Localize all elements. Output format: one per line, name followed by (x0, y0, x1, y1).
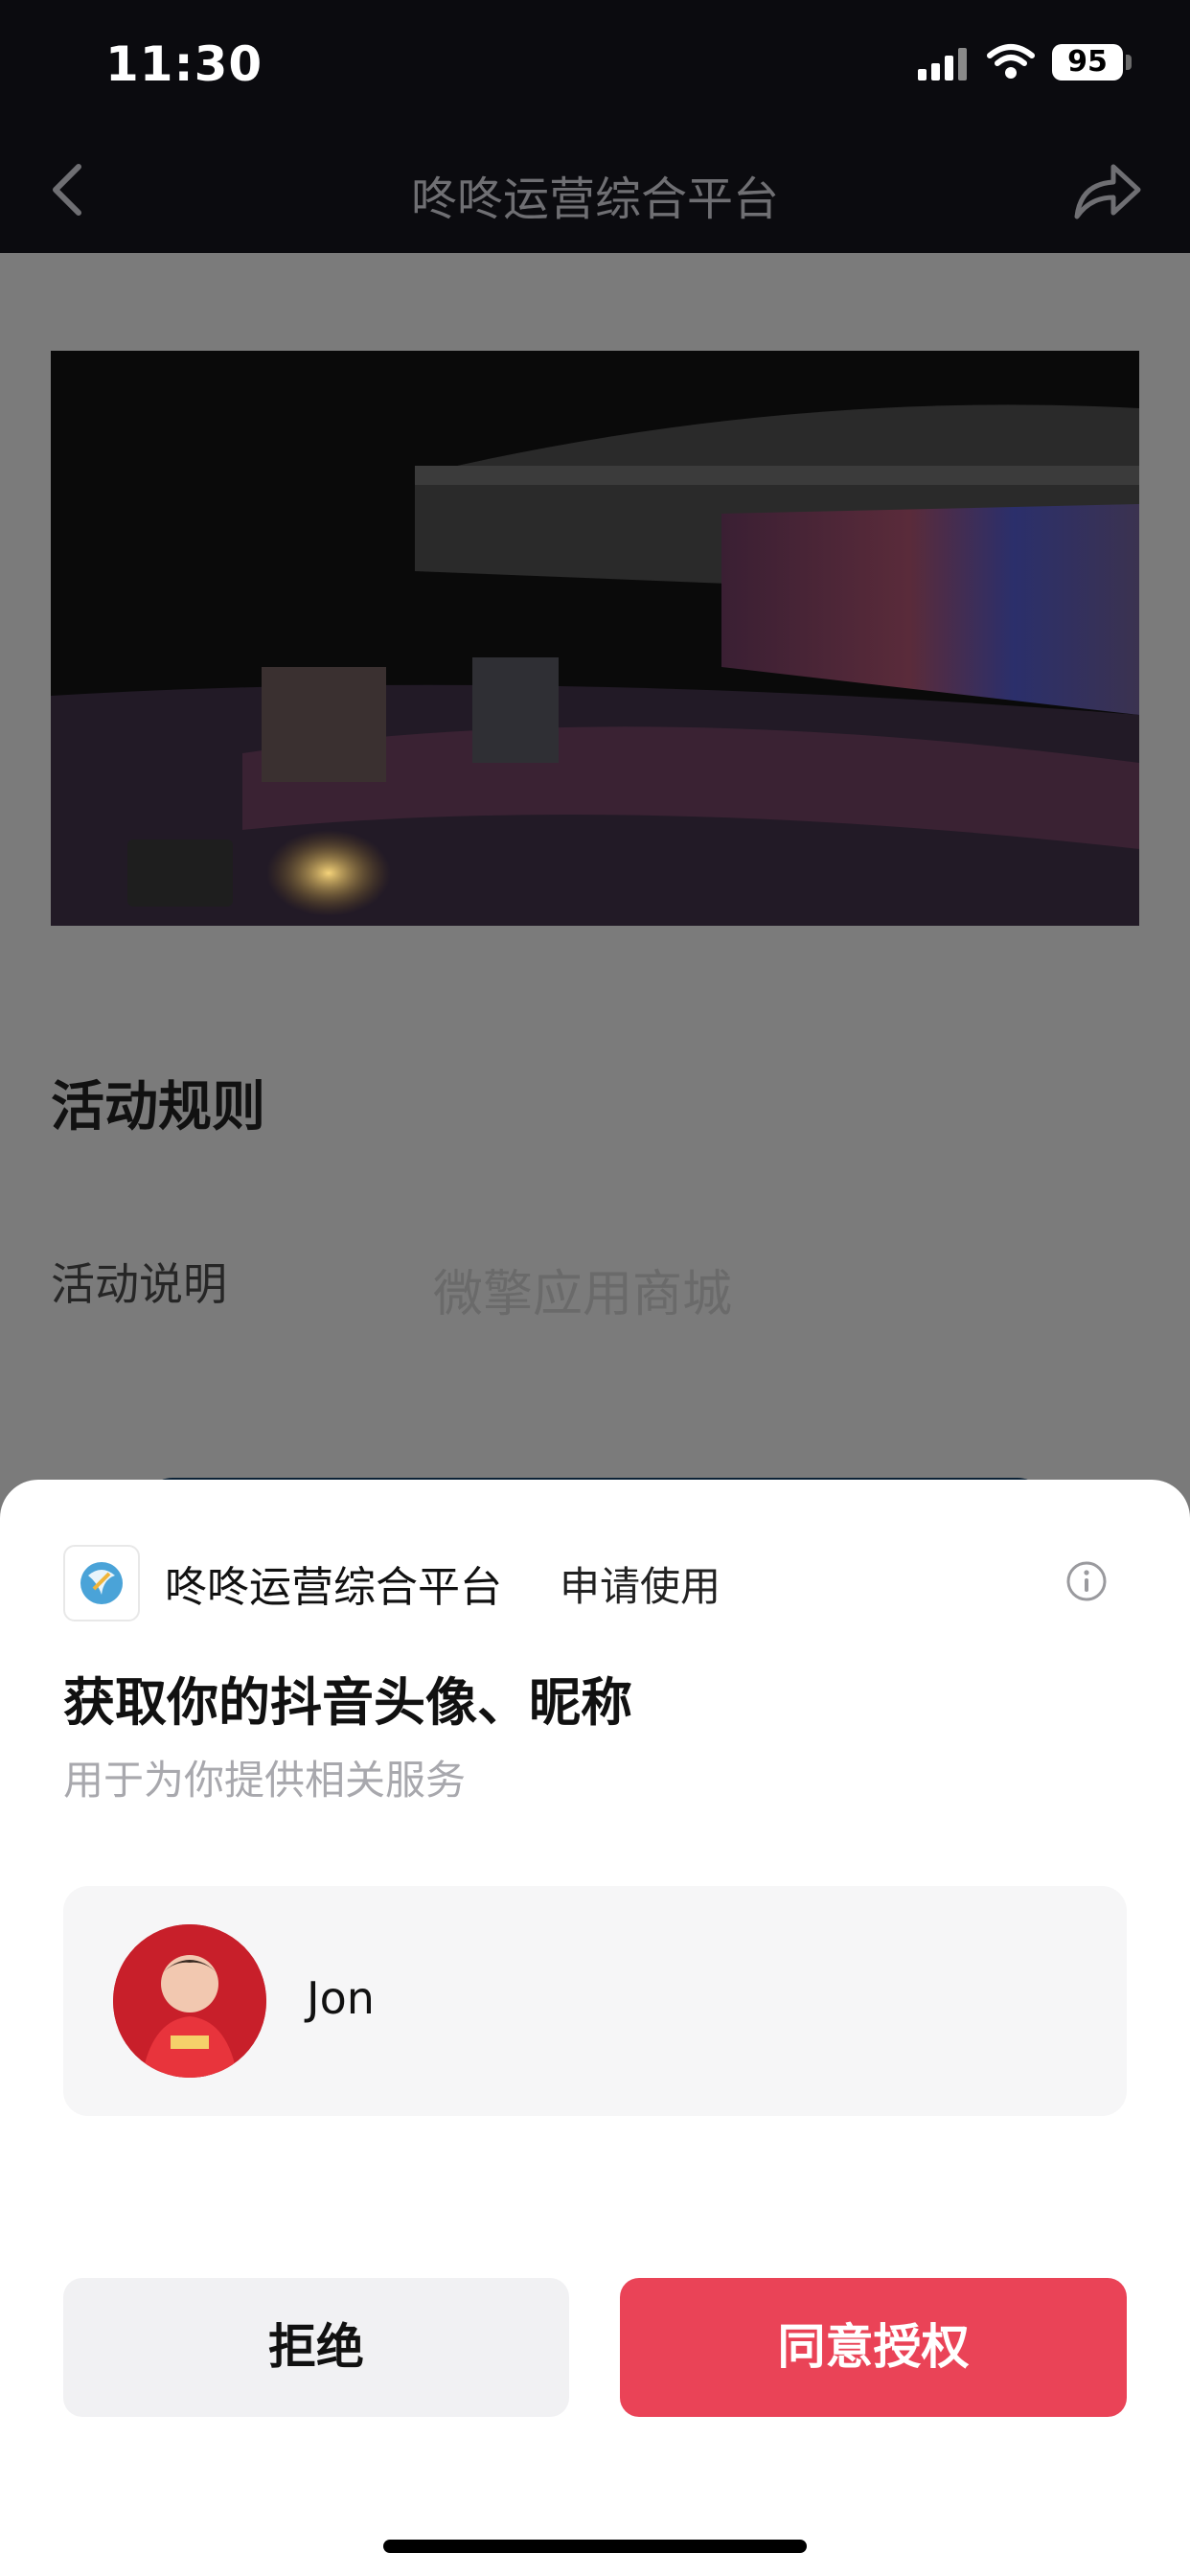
app-logo-icon (63, 1545, 140, 1622)
battery-tip (1126, 55, 1132, 70)
rules-title: 活动规则 (51, 1076, 265, 1138)
share-icon[interactable] (1071, 159, 1144, 222)
signal-icon (918, 48, 970, 80)
concert-image (51, 351, 1139, 926)
status-time: 11:30 (105, 36, 263, 92)
account-name: Jon (307, 1972, 375, 2024)
nav-title: 咚咚运营综合平台 (410, 172, 779, 226)
request-text: 申请使用 (560, 1563, 721, 1610)
top-bar: 11:30 95 咚咚运营综合平台 (0, 0, 1190, 253)
rules-description-label: 活动说明 (51, 1258, 227, 1310)
info-icon[interactable] (1065, 1560, 1108, 1602)
home-indicator (383, 2540, 807, 2553)
avatar (113, 1924, 266, 2078)
watermark-text: 微擎应用商城 (433, 1266, 733, 1323)
wifi-icon (987, 44, 1035, 79)
sheet-subtitle: 用于为你提供相关服务 (63, 1757, 467, 1804)
page-content: 活动规则 活动说明 微擎应用商城 (0, 253, 1190, 1535)
banner-image[interactable] (51, 351, 1139, 926)
sheet-title: 获取你的抖音头像、昵称 (63, 1672, 632, 1733)
reject-button[interactable]: 拒绝 (63, 2278, 569, 2417)
battery-icon: 95 (1052, 44, 1123, 80)
authorization-sheet: 咚咚运营综合平台 申请使用 获取你的抖音头像、昵称 用于为你提供相关服务 Jon… (0, 1480, 1190, 2576)
account-card[interactable]: Jon (63, 1886, 1127, 2116)
app-name: 咚咚运营综合平台 (165, 1563, 502, 1612)
agree-authorize-button[interactable]: 同意授权 (620, 2278, 1127, 2417)
